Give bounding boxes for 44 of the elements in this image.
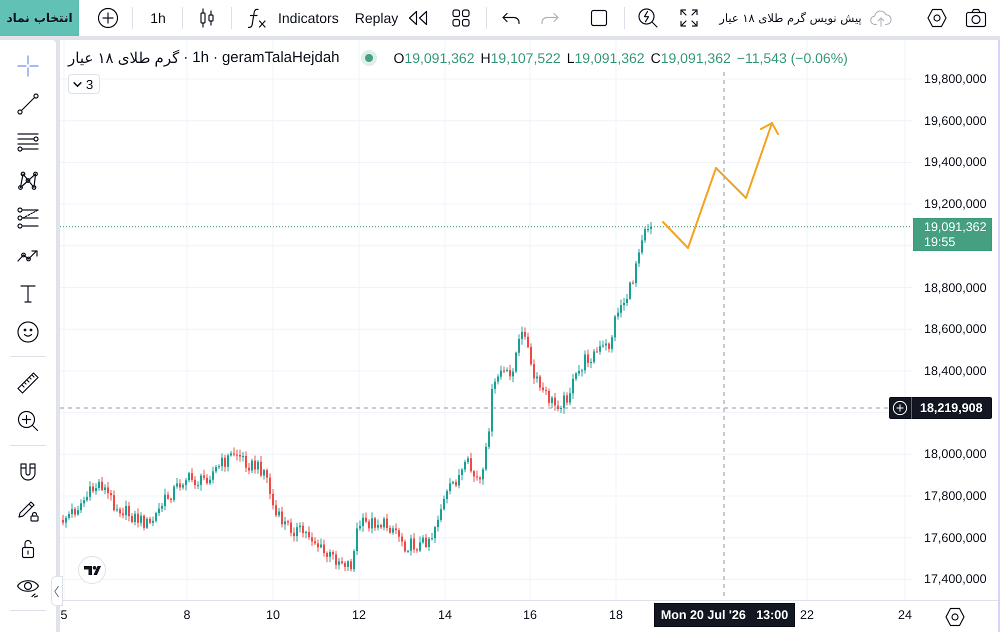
price-change: −11,543 (−0.06%)	[736, 50, 848, 66]
last-price: 19,091,362	[924, 220, 987, 234]
ohlc-value: 19,091,362	[404, 50, 474, 66]
price-axis-label: 19,200,000	[924, 197, 987, 212]
bar-countdown: 19:55	[924, 234, 956, 249]
indicators-toggle-button[interactable]: 3	[68, 74, 100, 94]
ohlc-label: O	[394, 50, 404, 66]
time-axis-label: 24	[898, 608, 912, 622]
price-axis-label: 17,800,000	[924, 489, 987, 503]
price-axis-label: 17,600,000	[924, 530, 987, 545]
time-axis-label: 14	[438, 608, 452, 622]
price-axis-label: 19,400,000	[924, 155, 987, 170]
chevron-left-icon	[54, 584, 60, 598]
time-axis-label: 16	[523, 608, 537, 622]
ohlc-label: C	[650, 50, 661, 66]
price-axis-label: 18,600,000	[924, 322, 987, 336]
crosshair-price: 18,219,908	[919, 401, 983, 415]
ohlc-label: L	[566, 50, 574, 66]
ohlc-value: 19,091,362	[660, 50, 731, 66]
price-axis-label: 18,000,000	[924, 447, 987, 462]
time-axis-label: 10	[266, 608, 280, 622]
ohlc-label: H	[480, 50, 491, 66]
price-axis-label: 18,400,000	[924, 364, 987, 378]
price-axis-label: 19,800,000	[924, 72, 987, 86]
replay-button[interactable]: Replay	[348, 2, 436, 34]
time-axis-label: 5	[60, 608, 68, 622]
price-axis-label: 19,600,000	[924, 114, 987, 128]
interval-button[interactable]: 1h	[142, 2, 174, 34]
time-axis-label: 8	[184, 608, 190, 622]
collapse-toolbar-button[interactable]	[51, 576, 63, 606]
price-axis-label: 17,400,000	[924, 572, 987, 586]
crosshair-time-label: Mon 20 Jul '26 13:00	[654, 603, 795, 627]
caret-down-icon	[73, 80, 82, 88]
ohlc-value: 19,107,522	[490, 50, 561, 66]
time-axis-label: 22	[800, 608, 814, 622]
price-axis-label: 18,800,000	[924, 280, 987, 294]
symbol-search-button[interactable]: انتخاب نماد	[0, 0, 79, 36]
ohlc-value: 19,091,362	[574, 50, 645, 66]
indicators-button[interactable]: Indicators	[240, 2, 345, 34]
time-axis-label: 18	[609, 608, 623, 622]
settings-icon	[943, 605, 967, 629]
plus-circle-icon	[892, 400, 908, 416]
layout-name-button[interactable]: پیش نویس گرم طلای ۱۸ عیار	[717, 2, 894, 34]
time-axis-label: 12	[352, 608, 366, 622]
